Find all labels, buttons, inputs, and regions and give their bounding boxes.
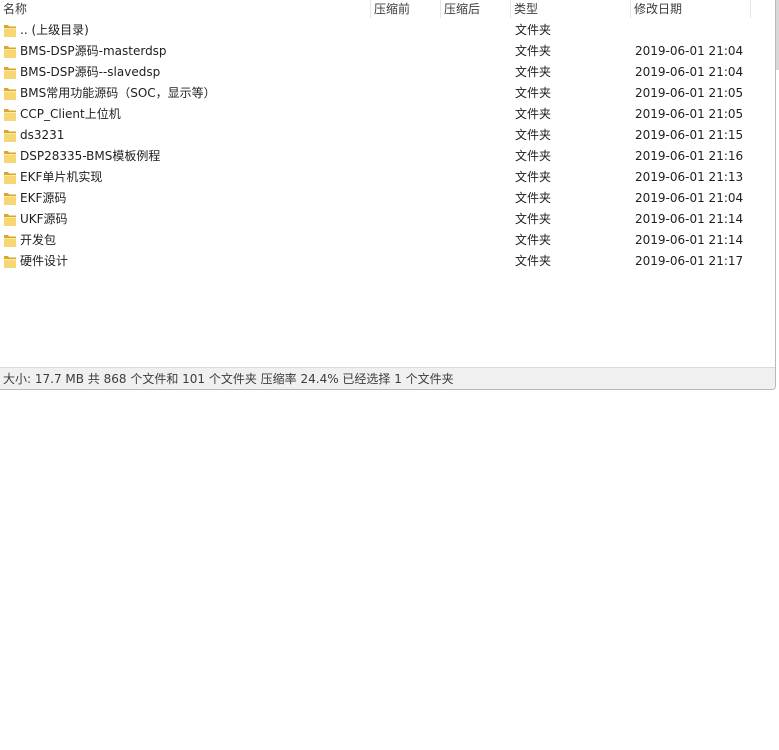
folder-icon (4, 46, 16, 58)
folder-icon (4, 67, 16, 79)
folder-row[interactable]: ds3231 文件夹 2019-06-01 21:15 (0, 125, 775, 146)
folder-row[interactable]: BMS-DSP源码--slavedsp 文件夹 2019-06-01 21:04 (0, 62, 775, 83)
row-type: 文件夹 (515, 254, 552, 268)
folder-row[interactable]: CCP_Client上位机 文件夹 2019-06-01 21:05 (0, 104, 775, 125)
column-header-type[interactable]: 类型 (511, 0, 631, 18)
parent-directory-row[interactable]: .. (上级目录) 文件夹 (0, 20, 775, 41)
folder-row[interactable]: BMS常用功能源码（SOC，显示等） 文件夹 2019-06-01 21:05 (0, 83, 775, 104)
row-type: 文件夹 (515, 107, 552, 121)
row-type: 文件夹 (515, 212, 552, 226)
row-modified: 2019-06-01 21:04 (635, 191, 744, 205)
row-name: CCP_Client上位机 (20, 107, 121, 121)
row-modified: 2019-06-01 21:04 (635, 44, 744, 58)
row-type: 文件夹 (515, 233, 552, 247)
folder-row[interactable]: BMS-DSP源码-masterdsp 文件夹 2019-06-01 21:04 (0, 41, 775, 62)
folder-row[interactable]: EKF源码 文件夹 2019-06-01 21:04 (0, 188, 775, 209)
row-type: 文件夹 (515, 86, 552, 100)
row-type: 文件夹 (515, 170, 552, 184)
row-modified: 2019-06-01 21:04 (635, 65, 744, 79)
folder-row[interactable]: 硬件设计 文件夹 2019-06-01 21:17 (0, 251, 775, 272)
folder-row[interactable]: EKF单片机实现 文件夹 2019-06-01 21:13 (0, 167, 775, 188)
folder-icon (4, 172, 16, 184)
status-text: 大小: 17.7 MB 共 868 个文件和 101 个文件夹 压缩率 24.4… (3, 372, 454, 386)
row-name: UKF源码 (20, 212, 68, 226)
folder-row[interactable]: 开发包 文件夹 2019-06-01 21:14 (0, 230, 775, 251)
row-name: BMS-DSP源码-masterdsp (20, 44, 167, 58)
column-header-size-after[interactable]: 压缩后 (441, 0, 511, 18)
folder-row[interactable]: UKF源码 文件夹 2019-06-01 21:14 (0, 209, 775, 230)
row-modified: 2019-06-01 21:14 (635, 212, 744, 226)
column-header-modified[interactable]: 修改日期 (631, 0, 751, 18)
column-header-name[interactable]: 名称 (0, 0, 371, 18)
row-type: 文件夹 (515, 128, 552, 142)
row-modified: 2019-06-01 21:05 (635, 86, 744, 100)
row-name: ds3231 (20, 128, 65, 142)
row-type: 文件夹 (515, 191, 552, 205)
row-name: .. (上级目录) (20, 23, 89, 37)
row-modified: 2019-06-01 21:14 (635, 233, 744, 247)
folder-icon (4, 193, 16, 205)
row-name: DSP28335-BMS模板例程 (20, 149, 161, 163)
row-name: EKF源码 (20, 191, 67, 205)
row-modified: 2019-06-01 21:15 (635, 128, 744, 142)
folder-icon (4, 109, 16, 121)
row-modified: 2019-06-01 21:13 (635, 170, 744, 184)
folder-icon (4, 235, 16, 247)
status-bar: 大小: 17.7 MB 共 868 个文件和 101 个文件夹 压缩率 24.4… (0, 367, 775, 389)
row-type: 文件夹 (515, 44, 552, 58)
row-name: EKF单片机实现 (20, 170, 103, 184)
row-modified: 2019-06-01 21:16 (635, 149, 744, 163)
row-type: 文件夹 (515, 23, 552, 37)
row-name: 开发包 (20, 233, 57, 247)
row-modified: 2019-06-01 21:17 (635, 254, 744, 268)
row-name: 硬件设计 (20, 254, 69, 268)
column-header: 名称 压缩前 压缩后 类型 修改日期 (0, 0, 775, 18)
folder-icon (4, 88, 16, 100)
folder-row[interactable]: DSP28335-BMS模板例程 文件夹 2019-06-01 21:16 (0, 146, 775, 167)
column-header-size-before[interactable]: 压缩前 (371, 0, 441, 18)
folder-icon (4, 25, 16, 37)
folder-icon (4, 256, 16, 268)
folder-icon (4, 151, 16, 163)
row-type: 文件夹 (515, 65, 552, 79)
archive-file-list-window: 名称 压缩前 压缩后 类型 修改日期 .. (上级目录) 文件夹 BMS-DSP源码… (0, 0, 776, 390)
folder-icon (4, 214, 16, 226)
row-type: 文件夹 (515, 149, 552, 163)
folder-icon (4, 130, 16, 142)
row-name: BMS常用功能源码（SOC，显示等） (20, 86, 216, 100)
row-modified: 2019-06-01 21:05 (635, 107, 744, 121)
row-name: BMS-DSP源码--slavedsp (20, 65, 161, 79)
